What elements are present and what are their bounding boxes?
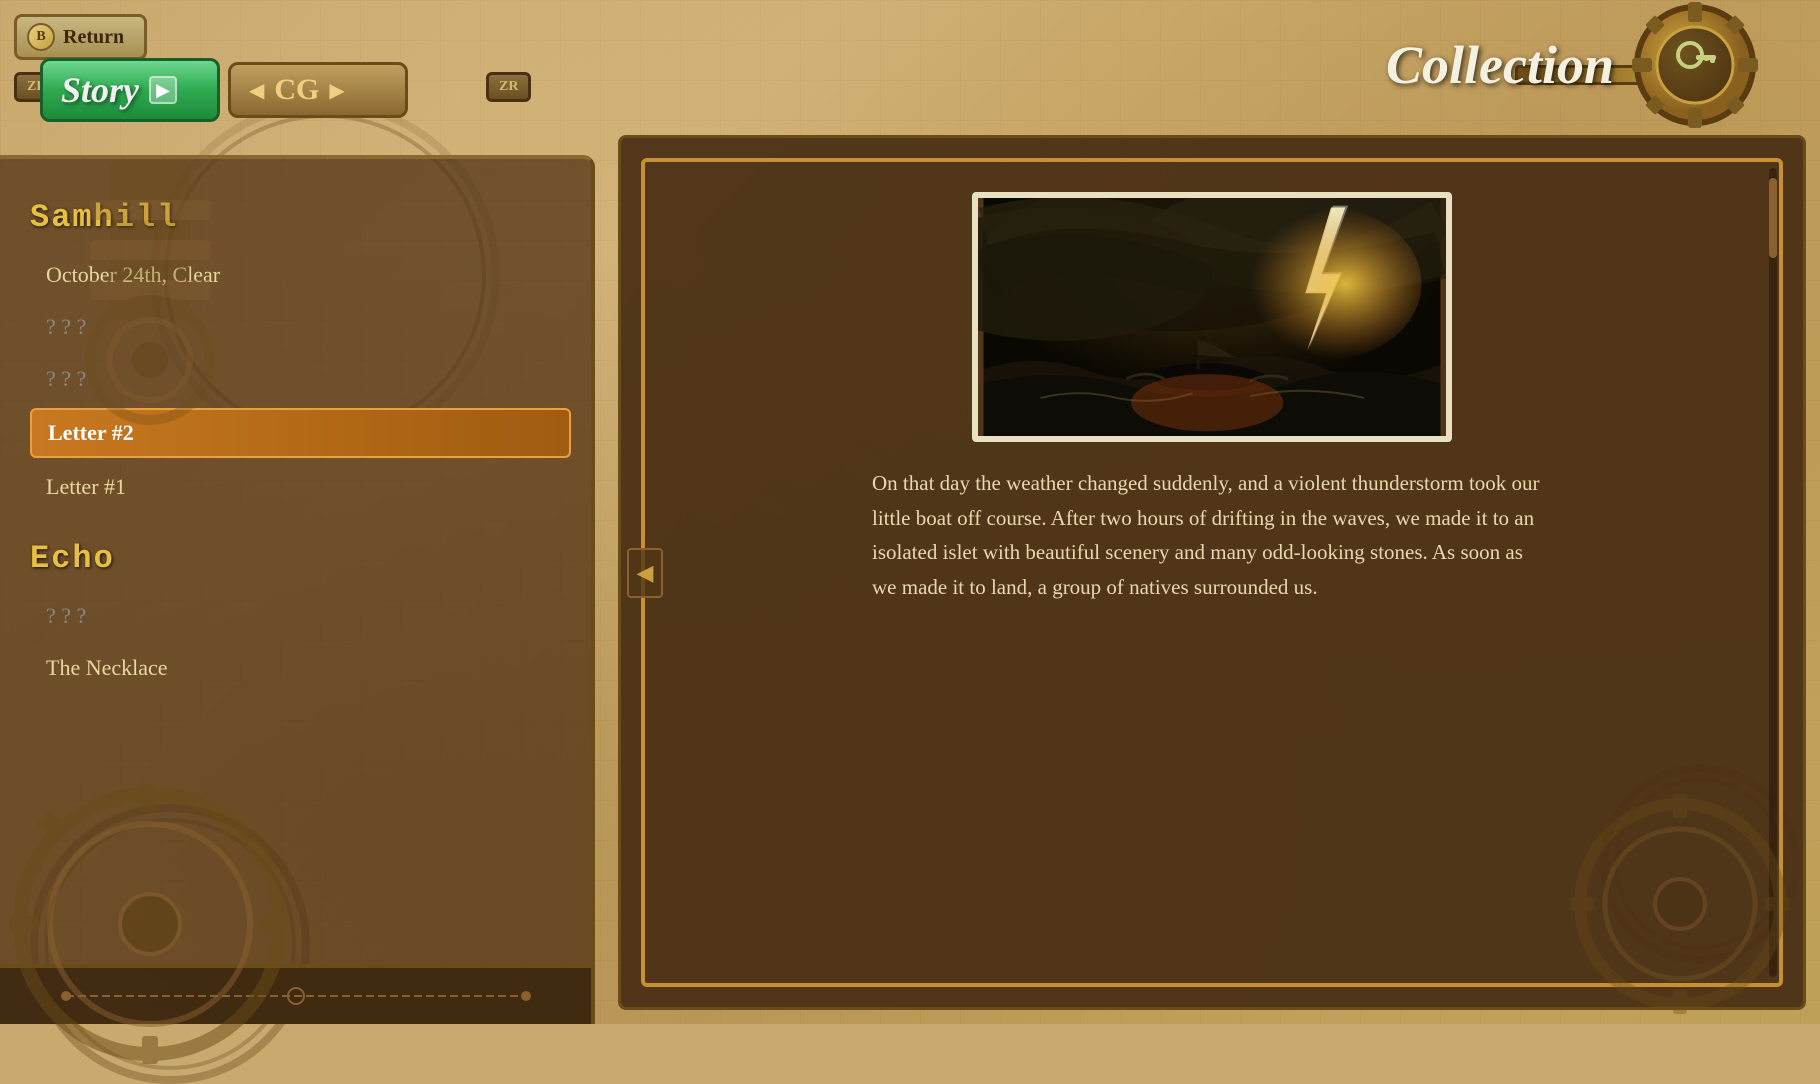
- return-button[interactable]: B Return: [14, 14, 147, 60]
- tab-cg-label: CG: [274, 73, 319, 107]
- zr-trigger[interactable]: ZR: [486, 72, 531, 102]
- story-text: On that day the weather changed suddenly…: [872, 466, 1552, 605]
- storm-svg: [978, 198, 1446, 436]
- story-item-letter1[interactable]: Letter #1: [30, 464, 571, 510]
- tab-cg-arrow-left: ◀: [249, 78, 264, 103]
- collection-title-text: Collection: [1386, 34, 1614, 96]
- chapter-echo: Echo: [30, 540, 571, 577]
- tab-cg[interactable]: ◀ CG ▶: [228, 62, 408, 118]
- tab-cg-arrow-right: ▶: [329, 78, 344, 103]
- collection-gear-icon: [1630, 0, 1760, 130]
- story-image: [972, 192, 1452, 442]
- story-item-q3: ? ? ?: [30, 593, 571, 639]
- story-item-necklace[interactable]: The Necklace: [30, 645, 571, 691]
- nav-arrow-left[interactable]: ◀: [627, 548, 663, 598]
- gear-bottom-left: [10, 784, 290, 1064]
- return-label: Return: [63, 26, 124, 49]
- tabs-area: Story ▶ ◀ CG ▶: [40, 58, 408, 122]
- right-scroll-thumb: [1769, 178, 1777, 258]
- tab-story[interactable]: Story ▶: [40, 58, 220, 122]
- tab-story-arrow: ▶: [149, 76, 177, 104]
- tab-story-label: Story: [61, 69, 139, 111]
- b-button-icon: B: [27, 23, 55, 51]
- collection-header: Collection: [1386, 0, 1760, 130]
- machine-decoration: [50, 160, 250, 460]
- gear-bottom-right: [1570, 794, 1790, 1014]
